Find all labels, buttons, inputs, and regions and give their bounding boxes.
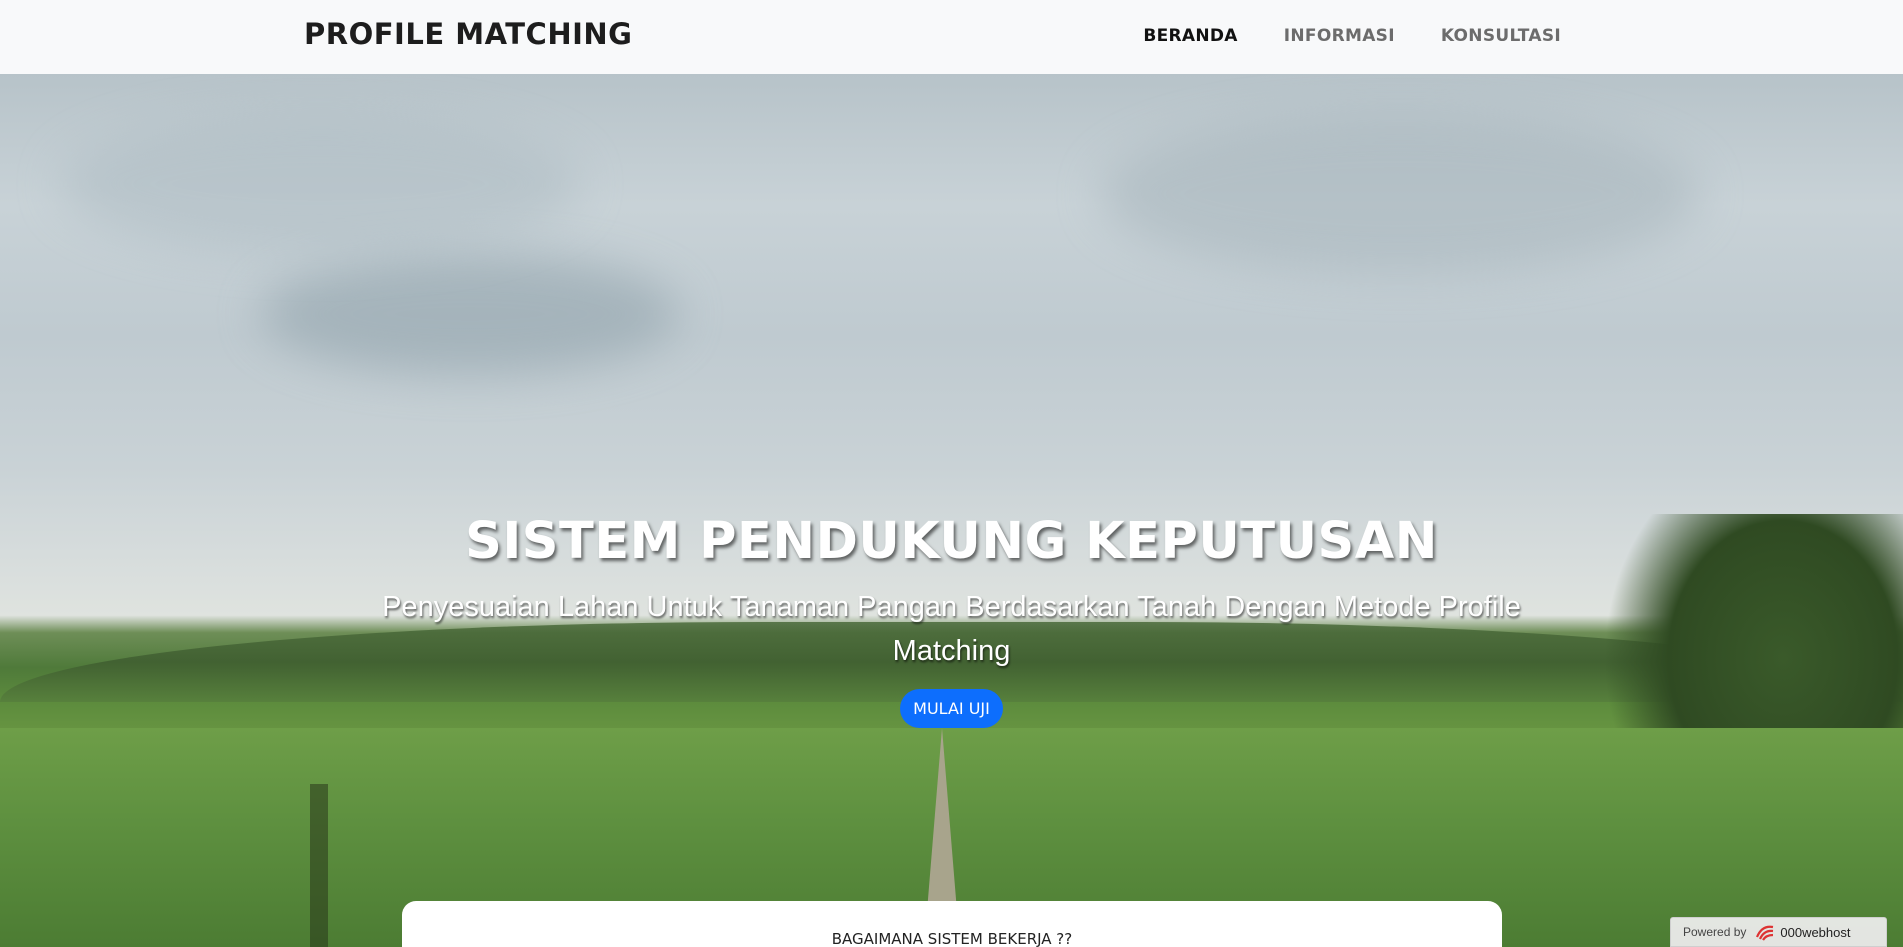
start-test-button[interactable]: MULAI UJI [900,689,1003,728]
webhost-icon [1756,925,1774,941]
webhost-logo: 000webhost [1754,923,1851,941]
brand-logo[interactable]: PROFILE MATCHING [304,17,632,51]
nav-link-informasi[interactable]: INFORMASI [1284,26,1395,46]
powered-by-brand: 000webhost [1780,924,1851,940]
cloud-shape [1100,114,1700,274]
hero-content: SISTEM PENDUKUNG KEPUTUSAN Penyesuaian L… [0,512,1903,728]
powered-by-badge[interactable]: Powered by 000webhost [1670,917,1887,947]
cloud-shape [260,254,680,374]
card-title: BAGAIMANA SISTEM BEKERJA ?? [831,930,1073,947]
cloud-shape [60,114,580,254]
nav-links: BERANDA INFORMASI KONSULTASI [1143,26,1561,46]
hero-subtitle: Penyesuaian Lahan Untuk Tanaman Pangan B… [382,591,1521,667]
navbar: PROFILE MATCHING BERANDA INFORMASI KONSU… [0,0,1903,74]
nav-link-konsultasi[interactable]: KONSULTASI [1441,26,1561,46]
hero-title: SISTEM PENDUKUNG KEPUTUSAN [465,512,1438,571]
how-it-works-card: BAGAIMANA SISTEM BEKERJA ?? [402,901,1502,947]
powered-by-label: Powered by [1683,925,1747,939]
hero-section: SISTEM PENDUKUNG KEPUTUSAN Penyesuaian L… [0,74,1903,947]
nav-link-beranda[interactable]: BERANDA [1143,26,1237,46]
pole-shadow [310,784,328,947]
